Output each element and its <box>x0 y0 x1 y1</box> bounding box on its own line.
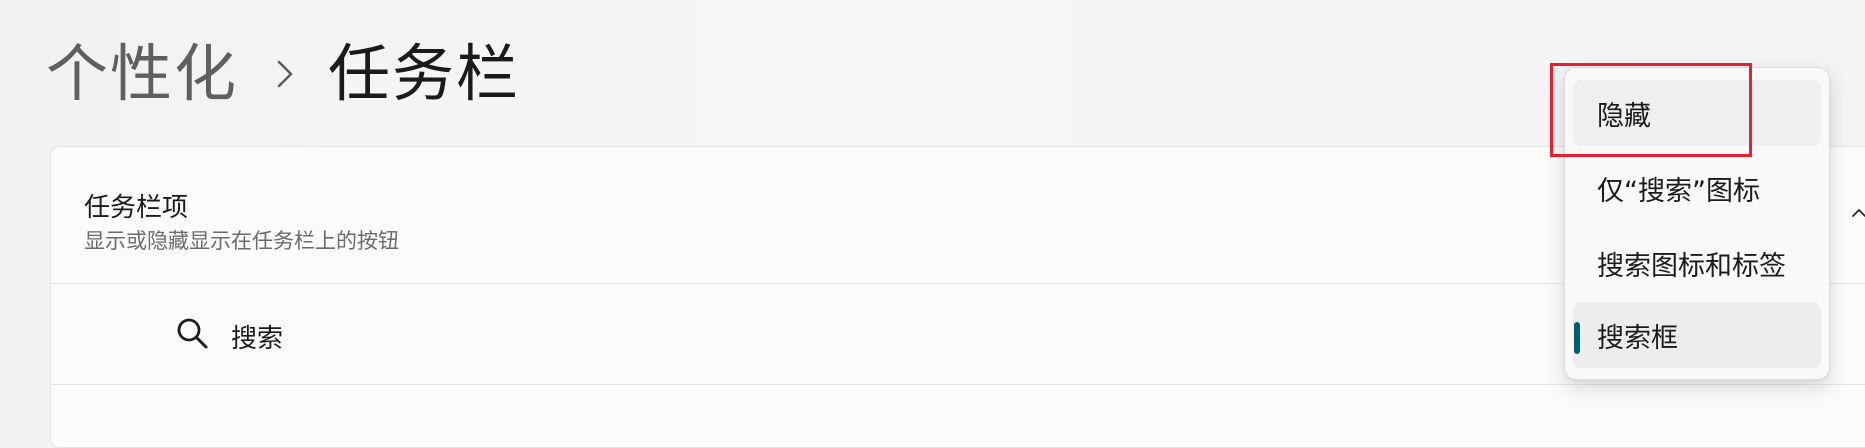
menu-option-hide[interactable]: 隐藏 <box>1573 80 1821 146</box>
search-display-menu: 隐藏 仅“搜索”图标 搜索图标和标签 搜索框 <box>1564 67 1830 380</box>
search-icon <box>175 316 209 350</box>
taskbar-items-subtitle: 显示或隐藏显示在任务栏上的按钮 <box>84 229 399 253</box>
search-setting-label: 搜索 <box>231 324 284 354</box>
taskbar-items-title: 任务栏项 <box>84 193 189 223</box>
menu-option-label: 搜索图标和标签 <box>1597 250 1786 282</box>
breadcrumb: 个性化 任务栏 <box>46 34 520 114</box>
chevron-right-icon <box>272 54 298 94</box>
menu-option-search-icon-only[interactable]: 仅“搜索”图标 <box>1573 155 1821 221</box>
chevron-up-icon[interactable] <box>1852 205 1865 219</box>
menu-option-label: 隐藏 <box>1597 100 1651 132</box>
menu-option-label: 仅“搜索”图标 <box>1597 175 1760 207</box>
menu-option-label: 搜索框 <box>1597 322 1678 354</box>
breadcrumb-parent[interactable]: 个性化 <box>46 43 238 105</box>
menu-option-search-icon-and-label[interactable]: 搜索图标和标签 <box>1573 230 1821 296</box>
selected-indicator <box>1574 322 1580 354</box>
page-title: 任务栏 <box>328 37 521 110</box>
menu-option-search-box[interactable]: 搜索框 <box>1573 302 1821 368</box>
